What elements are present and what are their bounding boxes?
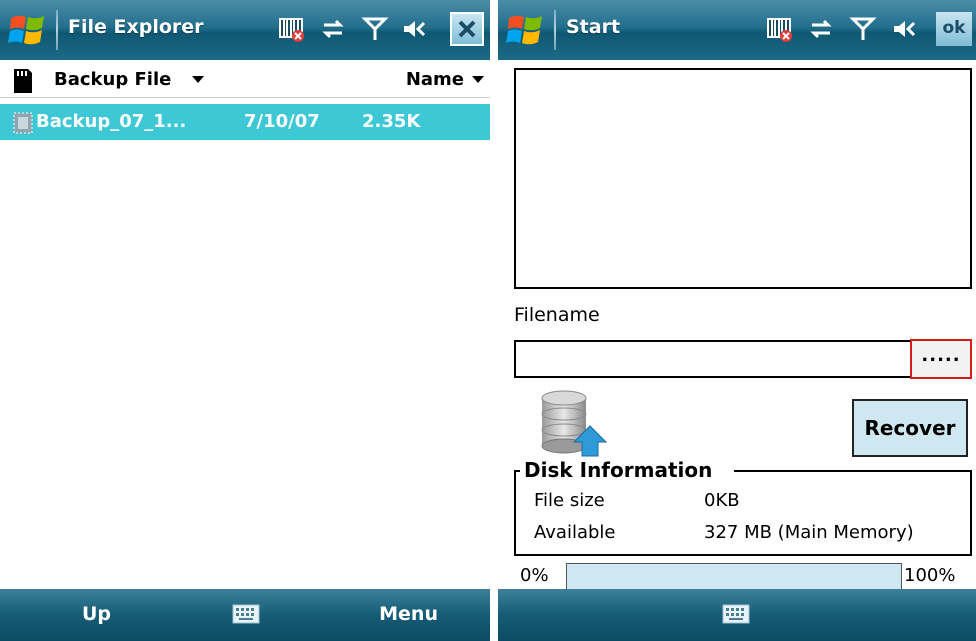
progress-bar — [566, 563, 902, 591]
file-size-value: 0KB — [704, 490, 740, 511]
signal-icon[interactable] — [360, 14, 390, 44]
available-value: 327 MB (Main Memory) — [704, 522, 914, 543]
sync-icon[interactable] — [806, 14, 836, 44]
disk-info-title: Disk Information — [522, 458, 715, 482]
folder-dropdown[interactable]: Backup File — [54, 69, 171, 90]
file-name: Backup_07_1... — [36, 111, 187, 132]
windows-flag-icon[interactable] — [506, 12, 546, 48]
file-list-item[interactable]: Backup_07_1... 7/10/07 2.35K — [0, 104, 490, 140]
softkey-bar: Up Menu — [0, 589, 490, 641]
file-date: 7/10/07 — [244, 111, 320, 132]
title-bar: File Explorer — [0, 0, 490, 60]
recover-window: Start ok Filename ..... Recover Disk Inf… — [498, 0, 976, 641]
filename-input[interactable] — [514, 340, 912, 378]
sort-dropdown[interactable]: Name — [406, 69, 464, 90]
menu-softkey[interactable]: Menu — [379, 603, 438, 625]
barcode-icon[interactable] — [764, 14, 794, 44]
title-bar: Start ok — [498, 0, 976, 60]
disk-info-group — [514, 470, 972, 556]
group-border — [734, 470, 972, 472]
close-button[interactable] — [450, 12, 484, 46]
window-title: File Explorer — [68, 16, 204, 38]
backup-file-icon — [13, 112, 33, 134]
sync-icon[interactable] — [318, 14, 348, 44]
database-restore-icon — [541, 390, 608, 457]
available-label: Available — [534, 522, 616, 543]
title-separator — [56, 10, 58, 50]
keyboard-icon[interactable] — [722, 603, 750, 625]
signal-icon[interactable] — [848, 14, 878, 44]
barcode-icon[interactable] — [276, 14, 306, 44]
ok-button[interactable]: ok — [936, 12, 972, 46]
title-separator — [554, 10, 556, 50]
chevron-down-icon[interactable] — [472, 76, 484, 83]
sd-card-icon — [14, 69, 32, 93]
progress-max-label: 100% — [904, 565, 956, 586]
softkey-bar — [498, 589, 976, 641]
chevron-down-icon[interactable] — [192, 76, 204, 83]
windows-flag-icon[interactable] — [8, 12, 48, 48]
file-size: 2.35K — [362, 111, 421, 132]
browse-button[interactable]: ..... — [910, 339, 972, 379]
recover-button[interactable]: Recover — [852, 399, 968, 457]
keyboard-icon[interactable] — [232, 603, 260, 625]
window-gap — [490, 0, 498, 641]
group-border — [514, 470, 520, 472]
volume-icon[interactable] — [890, 14, 920, 44]
up-softkey[interactable]: Up — [82, 603, 111, 625]
close-icon — [458, 20, 476, 38]
folder-header: Backup File Name — [0, 60, 490, 98]
log-textbox[interactable] — [514, 68, 972, 289]
progress-min-label: 0% — [520, 565, 549, 586]
file-size-label: File size — [534, 490, 605, 511]
volume-icon[interactable] — [400, 14, 430, 44]
filename-label: Filename — [514, 304, 600, 326]
file-explorer-window: File Explorer Backup File Name Backup_07… — [0, 0, 490, 641]
window-title: Start — [566, 16, 621, 38]
